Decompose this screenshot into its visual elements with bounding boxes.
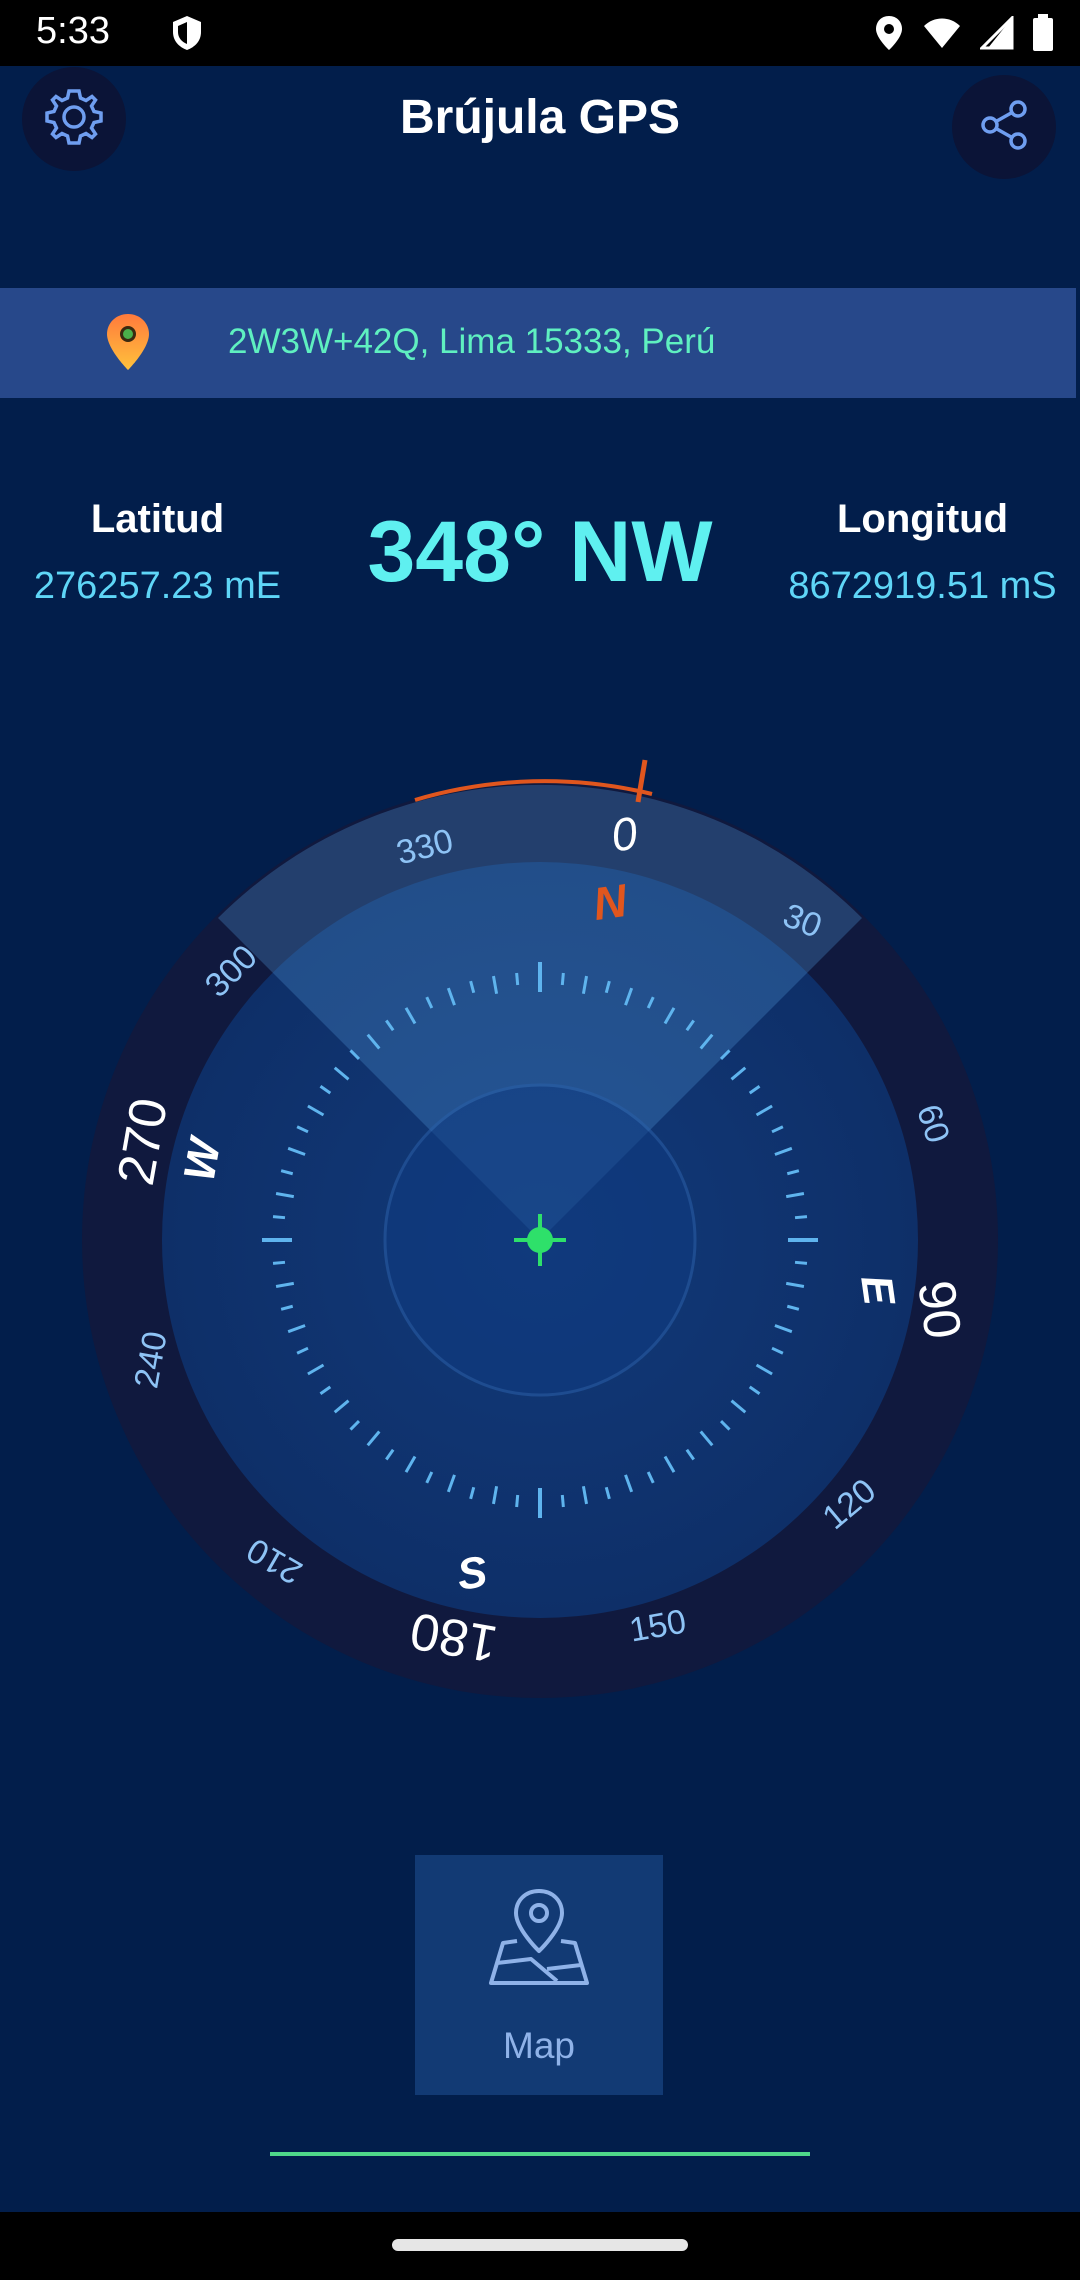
tick-mark [560,1494,565,1508]
tick-mark [272,1215,286,1220]
tick-mark [515,972,520,986]
latitude-label: Latitud [90,497,225,541]
location-pin-icon [104,312,152,377]
tick-mark [794,1215,808,1220]
map-pin-icon [487,1885,591,1994]
status-time: 5:33 [36,10,110,52]
tick-mark [560,972,565,986]
longitude-label: Longitud [836,497,1009,541]
battery-icon [1032,14,1054,57]
address-text: 2W3W+42Q, Lima 15333, Perú [228,322,716,361]
page-title: Brújula GPS [399,91,681,144]
tick-mark [272,1260,286,1265]
latitude-value: 276257.23 mE [33,565,282,607]
map-button[interactable]: Map [415,1855,663,2095]
selected-indicator [270,2152,810,2156]
location-status-icon [874,14,904,57]
tick-mark [794,1260,808,1265]
longitude-value: 8672919.51 mS [788,565,1057,607]
map-label: Map [503,2025,575,2066]
degree-label-90: 90 [906,1277,971,1342]
status-bar: 5:33 [0,0,1080,66]
heading-readout: 348° NW [367,504,713,600]
signal-icon [978,14,1014,55]
address-bar[interactable]: 2W3W+42Q, Lima 15333, Perú [0,288,1076,398]
shield-icon [170,14,204,57]
share-button[interactable] [952,75,1056,179]
share-icon [976,97,1032,158]
wifi-icon [922,16,962,55]
compass-dial[interactable]: 0 30 60 90 120 150 180 210 240 270 300 3… [80,750,1000,1715]
home-handle[interactable] [392,2239,688,2251]
tick-mark [515,1494,520,1508]
